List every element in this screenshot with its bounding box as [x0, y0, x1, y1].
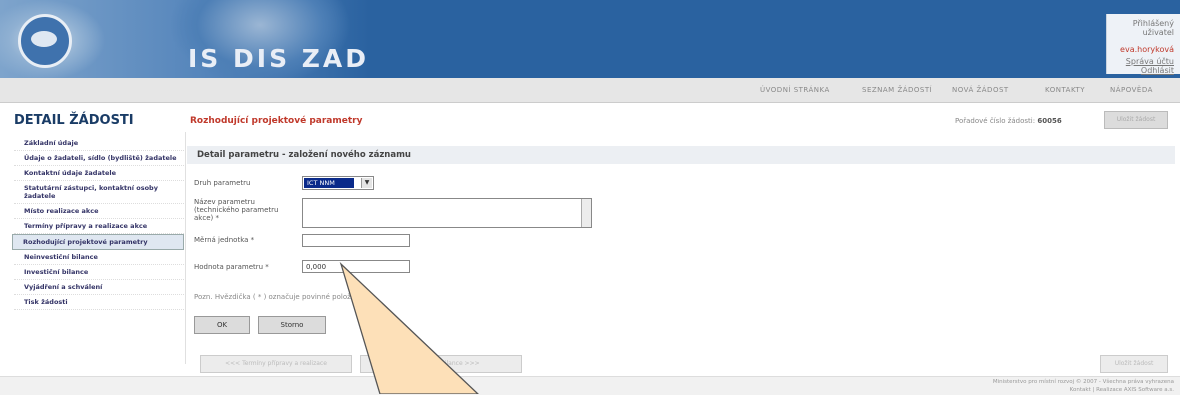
- main-nav: ÚVODNÍ STRÁNKA SEZNAM ŽÁDOSTÍ NOVÁ ŽÁDOS…: [0, 78, 1180, 103]
- footer-copyright: Ministerstvo pro místní rozvoj © 2007 - …: [992, 379, 1174, 385]
- value-input[interactable]: 0,000: [302, 260, 410, 273]
- type-label: Druh parametru: [194, 179, 251, 187]
- sidebar-menu: Základní údaje Údaje o žadateli, sídlo (…: [12, 136, 184, 310]
- nav-contacts[interactable]: KONTAKTY: [1045, 86, 1085, 94]
- prev-section-button[interactable]: <<< Termíny přípravy a realizace: [200, 355, 352, 373]
- sidebar-item-investment[interactable]: Investiční bilance: [14, 265, 184, 280]
- save-request-button-top[interactable]: Uložit žádost: [1104, 111, 1168, 129]
- nav-request-list[interactable]: SEZNAM ŽÁDOSTÍ: [862, 86, 932, 94]
- nav-new-request[interactable]: NOVÁ ŽÁDOST: [952, 86, 1009, 94]
- logout-link[interactable]: Odhlásit: [1141, 66, 1174, 75]
- description-label-text: Název parametru (technického parametru a…: [194, 198, 279, 222]
- sidebar-item-basic[interactable]: Základní údaje: [14, 136, 184, 151]
- user-box: Přihlášený uživatel eva.horyková Správa …: [1106, 14, 1180, 75]
- unit-input[interactable]: [302, 234, 410, 247]
- parameter-type-select[interactable]: ICT NNM ▼: [302, 176, 374, 190]
- sidebar-item-applicant[interactable]: Údaje o žadateli, sídlo (bydliště) žadat…: [14, 151, 184, 166]
- account-link[interactable]: Správa účtu: [1126, 57, 1174, 66]
- cancel-button[interactable]: Storno: [258, 316, 326, 334]
- parameter-type-value: ICT NNM: [304, 178, 354, 188]
- footer: Ministerstvo pro místní rozvoj © 2007 - …: [0, 376, 1180, 395]
- user-links: Správa účtu Odhlásit: [1107, 57, 1174, 75]
- save-request-button-bottom[interactable]: Uložit žádost: [1100, 355, 1168, 373]
- textarea-scrollbar[interactable]: [581, 199, 591, 227]
- value-label: Hodnota parametru *: [194, 263, 269, 271]
- sidebar-item-schedule[interactable]: Termíny přípravy a realizace akce: [14, 219, 184, 234]
- sidebar-item-representatives[interactable]: Statutární zástupci, kontaktní osoby žad…: [14, 181, 184, 204]
- app-title: IS DIS ZAD: [188, 44, 370, 73]
- sidebar-item-contact-data[interactable]: Kontaktní údaje žadatele: [14, 166, 184, 181]
- user-name[interactable]: eva.horyková: [1107, 45, 1174, 54]
- chevron-down-icon[interactable]: ▼: [361, 178, 372, 188]
- unit-label: Měrná jednotka *: [194, 236, 255, 244]
- parameter-description-textarea[interactable]: [302, 198, 592, 228]
- footer-links[interactable]: Kontakt | Realizace AXIS Software a.s.: [1070, 387, 1174, 393]
- ok-button[interactable]: OK: [194, 316, 250, 334]
- request-number-label: Pořadové číslo žádosti:: [955, 117, 1036, 125]
- content-area: [185, 132, 1176, 364]
- section-title: Rozhodující projektové parametry: [190, 116, 363, 126]
- next-section-button[interactable]: Neinvestiční bilance >>>: [360, 355, 522, 373]
- request-number: Pořadové číslo žádosti: 60056: [955, 117, 1062, 125]
- sidebar-item-print[interactable]: Tisk žádosti: [14, 295, 184, 310]
- ministry-logo-icon: [18, 14, 72, 68]
- request-number-value: 60056: [1037, 117, 1062, 125]
- panel-title: Detail parametru - založení nového zázna…: [197, 150, 411, 160]
- sidebar-item-approval[interactable]: Vyjádření a schválení: [14, 280, 184, 295]
- sidebar-title: DETAIL ŽÁDOSTI: [14, 113, 134, 128]
- description-label: Název parametru (technického parametru a…: [194, 198, 298, 222]
- sidebar-item-location[interactable]: Místo realizace akce: [14, 204, 184, 219]
- nav-help[interactable]: NÁPOVĚDA: [1110, 86, 1153, 94]
- user-label: Přihlášený uživatel: [1132, 19, 1174, 37]
- required-note: Pozn. Hvězdička ( * ) označuje povinné p…: [194, 293, 360, 301]
- header-banner: IS DIS ZAD Přihlášený uživatel eva.horyk…: [0, 0, 1180, 78]
- sidebar-item-non-investment[interactable]: Neinvestiční bilance: [14, 250, 184, 265]
- nav-home[interactable]: ÚVODNÍ STRÁNKA: [760, 86, 830, 94]
- panel-header: Detail parametru - založení nového zázna…: [187, 146, 1175, 164]
- sidebar-item-project-parameters[interactable]: Rozhodující projektové parametry: [12, 234, 184, 250]
